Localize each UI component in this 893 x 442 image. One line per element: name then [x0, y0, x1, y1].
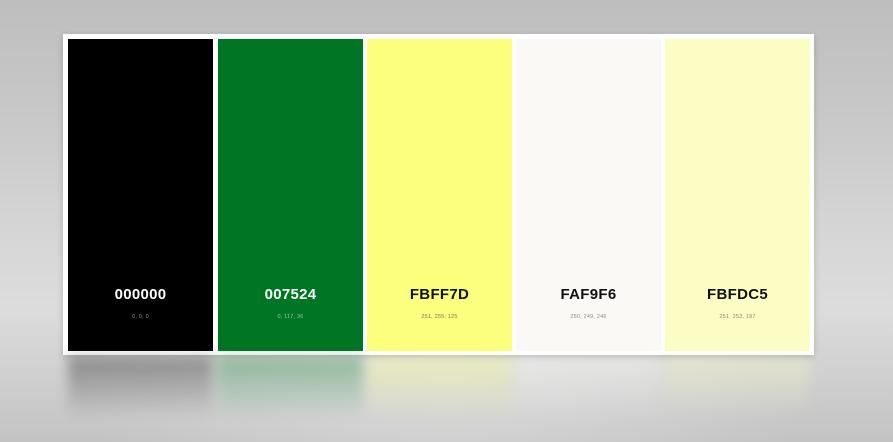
color-swatch-1[interactable]: 000000 0, 0, 0	[68, 39, 213, 351]
reflection-swatch-1	[68, 357, 213, 419]
swatch-hex-code: FAF9F6	[560, 286, 617, 303]
reflection-swatch-2	[218, 357, 363, 419]
color-swatch-2[interactable]: 007524 0, 117, 36	[218, 39, 363, 351]
swatch-rgb-value: 250, 249, 246	[570, 314, 607, 320]
swatch-rgb-value: 251, 255, 125	[421, 314, 458, 320]
swatch-hex-code: FBFDC5	[707, 286, 768, 303]
reflection-swatch-3	[367, 357, 512, 419]
color-swatch-3[interactable]: FBFF7D 251, 255, 125	[367, 39, 512, 351]
color-swatch-4[interactable]: FAF9F6 250, 249, 246	[516, 39, 661, 351]
color-palette-card: 000000 0, 0, 0 007524 0, 117, 36 FBFF7D …	[63, 34, 814, 355]
swatch-hex-code: 000000	[114, 286, 167, 303]
color-swatch-5[interactable]: FBFDC5 251, 253, 197	[665, 39, 810, 351]
swatch-hex-code: FBFF7D	[409, 286, 470, 303]
swatch-hex-code: 007524	[264, 286, 317, 303]
reflection-swatch-4	[516, 357, 661, 419]
reflection-swatch-5	[665, 357, 810, 419]
swatch-rgb-value: 0, 117, 36	[277, 314, 304, 320]
swatch-rgb-value: 251, 253, 197	[719, 314, 756, 320]
palette-reflection	[63, 357, 814, 419]
swatch-rgb-value: 0, 0, 0	[132, 314, 149, 320]
